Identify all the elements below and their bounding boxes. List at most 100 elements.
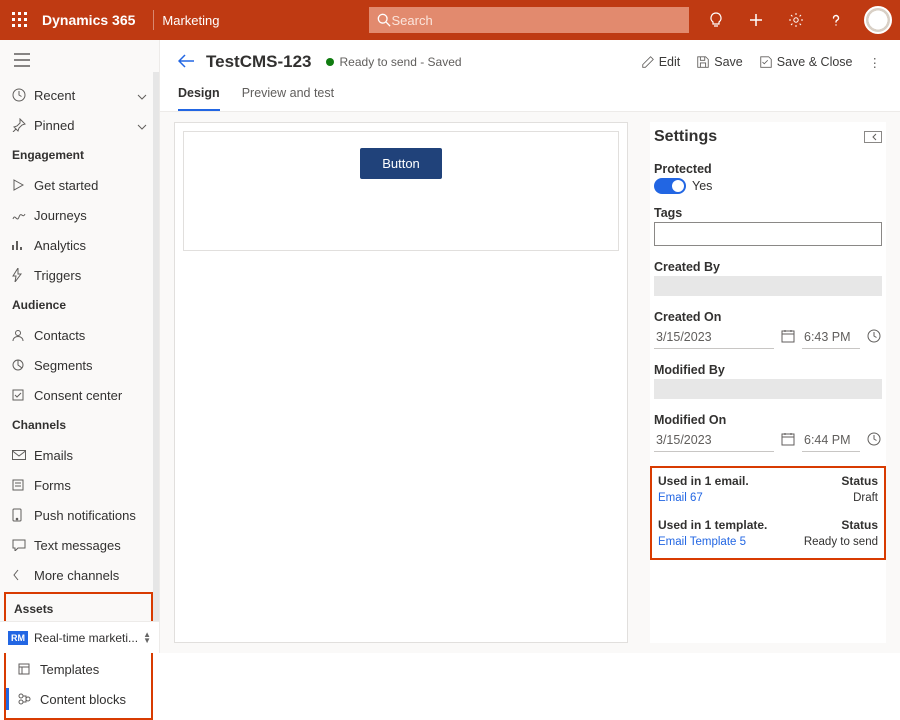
tags-input[interactable] (654, 222, 882, 246)
usage-template-link[interactable]: Email Template 5 (658, 536, 746, 548)
back-arrow-icon[interactable] (178, 54, 194, 71)
collapse-panel-icon[interactable] (864, 131, 882, 143)
area-badge: RM (8, 631, 28, 645)
tags-label: Tags (650, 202, 886, 222)
global-header: Dynamics 365 Marketing (0, 0, 900, 40)
nav-get-started[interactable]: Get started (0, 170, 159, 200)
app-name[interactable]: Marketing (162, 13, 239, 28)
nav-label: Triggers (34, 268, 147, 283)
tab-design[interactable]: Design (178, 84, 220, 111)
nav-label: Consent center (34, 388, 147, 403)
protected-toggle[interactable] (654, 178, 686, 194)
nav-label: Pinned (34, 118, 137, 133)
nav-templates[interactable]: Templates (6, 654, 151, 684)
segments-icon (12, 359, 34, 371)
group-assets: Assets (6, 594, 151, 624)
nav-label: Recent (34, 88, 137, 103)
templates-icon (18, 663, 40, 675)
created-on-label: Created On (650, 306, 886, 326)
nav-consent-center[interactable]: Consent center (0, 380, 159, 410)
protected-label: Protected (650, 158, 886, 178)
clock-icon[interactable] (866, 432, 882, 449)
area-switcher[interactable]: RM Real-time marketi... ▲▼ (0, 621, 159, 653)
content-block-button[interactable]: Button (360, 148, 442, 179)
nav-journeys[interactable]: Journeys (0, 200, 159, 230)
clock-icon[interactable] (866, 329, 882, 346)
modified-by-label: Modified By (650, 359, 886, 379)
design-canvas[interactable]: Button (174, 122, 628, 643)
cmd-label: Save (714, 55, 743, 69)
nav-segments[interactable]: Segments (0, 350, 159, 380)
nav-emails[interactable]: Emails (0, 440, 159, 470)
nav-pinned[interactable]: Pinned (0, 110, 159, 140)
cmd-label: Save & Close (777, 55, 853, 69)
clock-icon (12, 88, 34, 102)
nav-label: Contacts (34, 328, 147, 343)
usage-email-link[interactable]: Email 67 (658, 492, 703, 504)
mail-icon (12, 450, 34, 460)
chevron-left-icon (12, 569, 34, 581)
save-close-button[interactable]: Save & Close (759, 55, 853, 69)
group-audience: Audience (0, 290, 159, 320)
help-icon[interactable] (816, 0, 856, 40)
consent-icon (12, 389, 34, 401)
scrollbar[interactable] (153, 72, 159, 621)
tab-preview[interactable]: Preview and test (242, 84, 334, 111)
nav-contacts[interactable]: Contacts (0, 320, 159, 350)
nav-more-channels[interactable]: More channels (0, 560, 159, 590)
nav-analytics[interactable]: Analytics (0, 230, 159, 260)
journeys-icon (12, 209, 34, 221)
nav-text[interactable]: Text messages (0, 530, 159, 560)
app-launcher-icon[interactable] (0, 0, 40, 40)
nav-label: Segments (34, 358, 147, 373)
search-input[interactable] (391, 13, 681, 28)
created-on-date[interactable]: 3/15/2023 (654, 326, 774, 349)
push-icon (12, 508, 34, 522)
nav-label: Push notifications (34, 508, 147, 523)
nav-label: More channels (34, 568, 147, 583)
tabs: Design Preview and test (160, 84, 900, 112)
chevron-updown-icon: ▲▼ (143, 632, 151, 644)
save-close-icon (759, 55, 773, 69)
nav-forms[interactable]: Forms (0, 470, 159, 500)
nav-recent[interactable]: Recent (0, 80, 159, 110)
save-button[interactable]: Save (696, 55, 743, 69)
edit-button[interactable]: Edit (641, 55, 681, 69)
created-on-time[interactable]: 6:43 PM (802, 326, 860, 349)
modified-on-time[interactable]: 6:44 PM (802, 429, 860, 452)
sidebar: Recent Pinned Engagement Get started Jou… (0, 40, 160, 653)
nav-push[interactable]: Push notifications (0, 500, 159, 530)
usage-email-status: Draft (853, 492, 878, 504)
group-engagement: Engagement (0, 140, 159, 170)
divider (153, 10, 154, 30)
nav-toggle-icon[interactable] (0, 40, 159, 80)
lightbulb-icon[interactable] (696, 0, 736, 40)
add-icon[interactable] (736, 0, 776, 40)
global-search[interactable] (369, 7, 689, 33)
nav-label: Forms (34, 478, 147, 493)
bolt-icon (12, 268, 34, 282)
created-by-value (654, 276, 882, 296)
avatar[interactable] (864, 6, 892, 34)
modified-on-date[interactable]: 3/15/2023 (654, 429, 774, 452)
cmd-label: Edit (659, 55, 681, 69)
more-commands-icon[interactable]: ⋮ (869, 55, 883, 70)
edit-icon (641, 55, 655, 69)
play-icon (12, 179, 34, 191)
search-icon (377, 13, 391, 27)
calendar-icon[interactable] (780, 432, 796, 449)
usage-template-status: Ready to send (804, 536, 878, 548)
brand[interactable]: Dynamics 365 (40, 12, 145, 28)
nav-label: Journeys (34, 208, 147, 223)
calendar-icon[interactable] (780, 329, 796, 346)
nav-label: Templates (40, 662, 139, 677)
nav-content-blocks[interactable]: Content blocks (6, 684, 151, 714)
settings-title: Settings (654, 128, 717, 146)
chevron-down-icon (137, 118, 147, 133)
nav-label: Get started (34, 178, 147, 193)
nav-triggers[interactable]: Triggers (0, 260, 159, 290)
analytics-icon (12, 239, 34, 251)
nav-label: Analytics (34, 238, 147, 253)
canvas-inner: Button (183, 131, 619, 251)
gear-icon[interactable] (776, 0, 816, 40)
